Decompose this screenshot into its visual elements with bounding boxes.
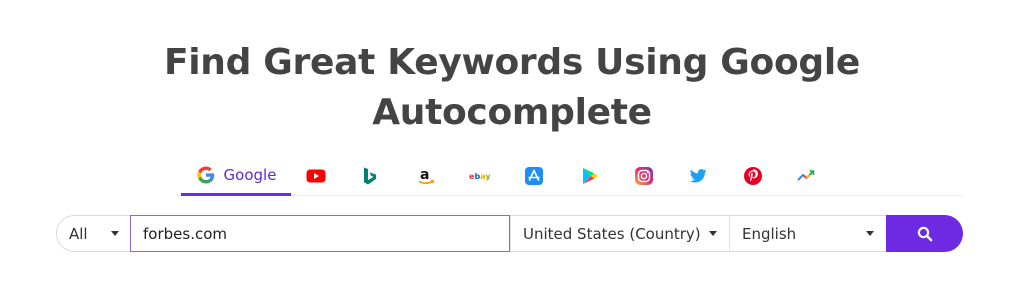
scope-select[interactable]: All (57, 216, 131, 251)
svg-text:ebay: ebay (469, 172, 491, 181)
trends-icon (796, 166, 816, 186)
scope-select-value: All (69, 224, 88, 243)
country-chevron-down-icon (709, 231, 717, 236)
scope-chevron-down-icon (111, 231, 119, 236)
keyword-search-input[interactable] (130, 215, 510, 252)
amazon-icon: a (416, 166, 436, 186)
twitter-icon (688, 166, 708, 186)
tab-pinterest[interactable] (733, 156, 773, 196)
language-select[interactable]: English (729, 216, 886, 251)
svg-text:a: a (420, 167, 429, 183)
ebay-icon: ebay (468, 166, 492, 186)
search-icon (917, 226, 933, 242)
country-select-value: United States (Country) (523, 224, 701, 243)
page-title-line-2: Autocomplete (372, 92, 652, 133)
pinterest-icon (743, 166, 763, 186)
bing-icon (360, 166, 380, 186)
tab-google[interactable]: Google (181, 156, 291, 196)
search-bar: All United States (Country) English (56, 215, 963, 252)
tab-amazon[interactable]: a (406, 156, 446, 196)
app-store-icon (524, 166, 544, 186)
google-icon (196, 165, 216, 185)
search-button[interactable] (886, 215, 963, 252)
tab-bing[interactable] (350, 156, 390, 196)
page-title: Find Great Keywords Using Google Autocom… (0, 38, 1024, 138)
tab-ebay[interactable]: ebay (460, 156, 500, 196)
tab-google-label: Google (223, 165, 277, 184)
country-select[interactable]: United States (Country) (510, 216, 729, 251)
language-chevron-down-icon (866, 231, 874, 236)
page-title-line-1: Find Great Keywords Using Google (163, 42, 861, 83)
tab-google-play[interactable] (570, 156, 610, 196)
instagram-icon (634, 166, 654, 186)
language-select-value: English (742, 224, 797, 243)
tab-youtube[interactable] (296, 156, 336, 196)
tab-twitter[interactable] (678, 156, 718, 196)
tab-app-store[interactable] (514, 156, 554, 196)
source-tabs: Google a ebay (176, 156, 962, 196)
tab-trends[interactable] (786, 156, 826, 196)
youtube-icon (306, 166, 326, 186)
google-play-icon (580, 166, 600, 186)
tab-instagram[interactable] (624, 156, 664, 196)
